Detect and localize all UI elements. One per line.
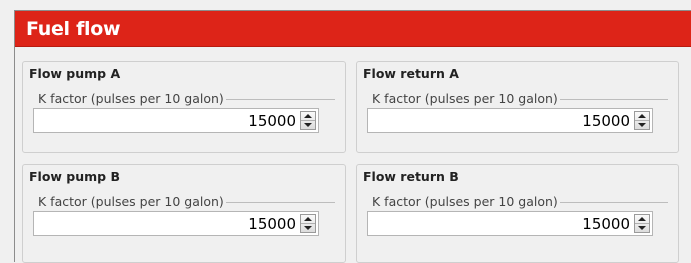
arrow-down-icon [304, 122, 312, 127]
arrow-up-icon [304, 113, 312, 118]
panel-title: Fuel flow [26, 18, 121, 40]
arrow-up-icon [638, 113, 646, 118]
group-flow-pump-a: Flow pump A K factor (pulses per 10 galo… [22, 61, 346, 153]
spin-up-button[interactable] [635, 112, 649, 121]
k-factor-label: K factor (pulses per 10 galon) [38, 91, 226, 106]
group-title: Flow return B [363, 169, 459, 184]
fuel-flow-panel: Fuel flow Flow pump A K factor (pulses p… [14, 10, 691, 263]
group-flow-return-a: Flow return A K factor (pulses per 10 ga… [356, 61, 679, 153]
spin-down-button[interactable] [301, 121, 315, 130]
k-factor-value[interactable]: 15000 [248, 215, 296, 233]
spin-down-button[interactable] [301, 224, 315, 233]
spin-buttons [300, 214, 316, 233]
spin-up-button[interactable] [635, 215, 649, 224]
arrow-up-icon [304, 216, 312, 221]
k-factor-spinbox[interactable]: 15000 [367, 108, 653, 133]
panel-header: Fuel flow [15, 11, 691, 47]
group-title: Flow pump A [29, 66, 121, 81]
arrow-up-icon [638, 216, 646, 221]
arrow-down-icon [304, 225, 312, 230]
group-flow-pump-b: Flow pump B K factor (pulses per 10 galo… [22, 164, 346, 263]
arrow-down-icon [638, 225, 646, 230]
k-factor-spinbox[interactable]: 15000 [367, 211, 653, 236]
k-factor-value[interactable]: 15000 [582, 215, 630, 233]
spin-up-button[interactable] [301, 112, 315, 121]
k-factor-spinbox[interactable]: 15000 [33, 108, 319, 133]
spin-buttons [634, 111, 650, 130]
spin-buttons [300, 111, 316, 130]
k-factor-spinbox[interactable]: 15000 [33, 211, 319, 236]
k-factor-label: K factor (pulses per 10 galon) [38, 194, 226, 209]
group-title: Flow return A [363, 66, 459, 81]
k-factor-value[interactable]: 15000 [582, 112, 630, 130]
spin-up-button[interactable] [301, 215, 315, 224]
spin-down-button[interactable] [635, 224, 649, 233]
spin-down-button[interactable] [635, 121, 649, 130]
window-left-edge [0, 0, 14, 262]
spin-buttons [634, 214, 650, 233]
group-flow-return-b: Flow return B K factor (pulses per 10 ga… [356, 164, 679, 263]
k-factor-label: K factor (pulses per 10 galon) [372, 194, 560, 209]
arrow-down-icon [638, 122, 646, 127]
k-factor-value[interactable]: 15000 [248, 112, 296, 130]
k-factor-label: K factor (pulses per 10 galon) [372, 91, 560, 106]
group-title: Flow pump B [29, 169, 121, 184]
